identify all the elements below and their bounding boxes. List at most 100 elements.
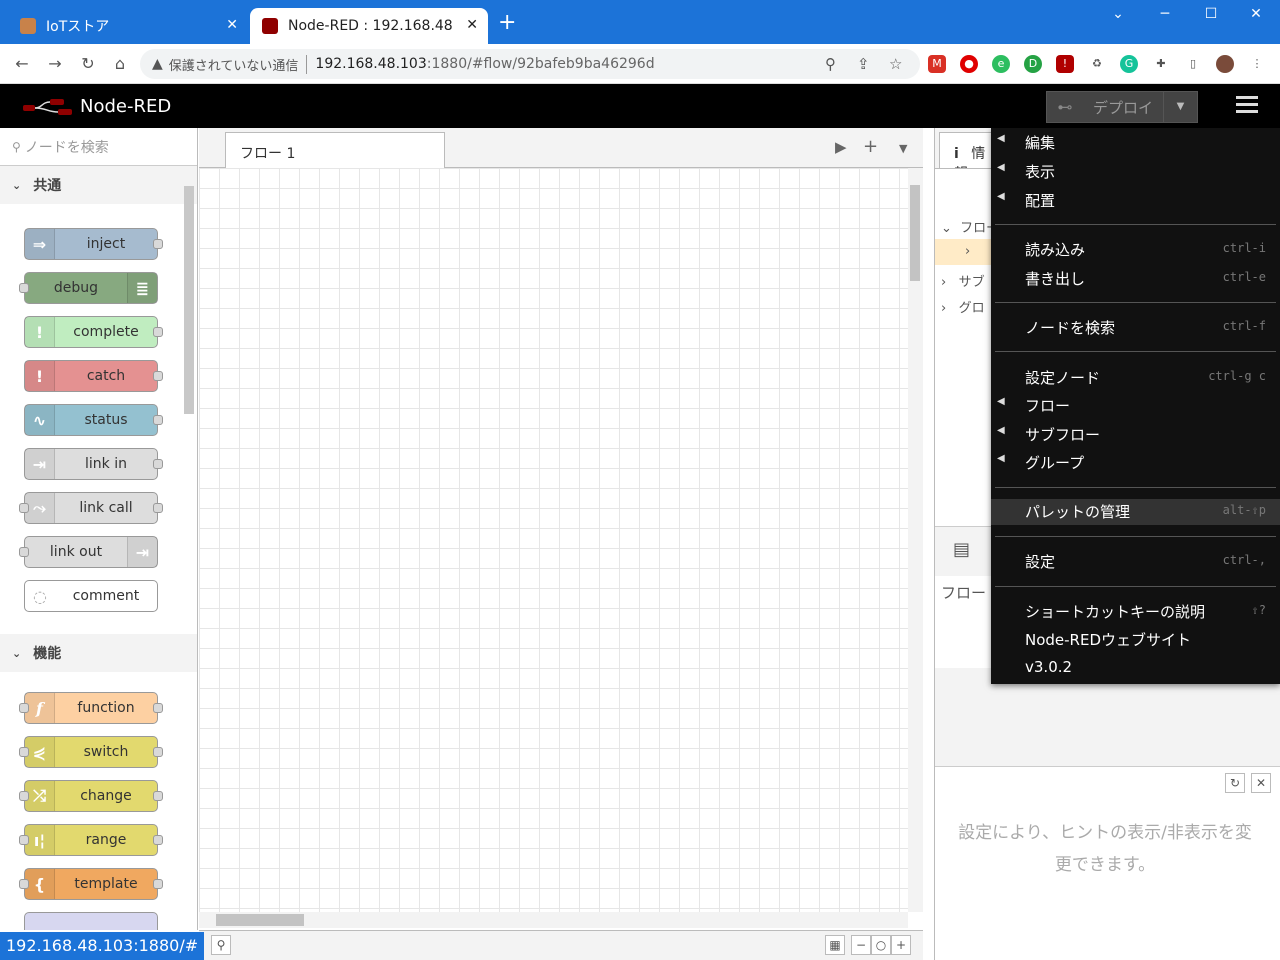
- add-flow-icon[interactable]: +: [863, 136, 878, 157]
- deploy-dropdown-icon[interactable]: ▼: [1163, 92, 1197, 122]
- menu-item-edit[interactable]: ◀ 編集: [991, 130, 1280, 156]
- back-icon[interactable]: ←: [12, 54, 32, 73]
- address-bar[interactable]: ▲ 保護されていない通信 192.168.48.103 :1880/#flow/…: [140, 49, 920, 79]
- palette-node-switch[interactable]: ⋞ switch: [19, 736, 163, 768]
- gmail-extension-icon[interactable]: M: [928, 55, 946, 73]
- side-panel-icon[interactable]: ▯: [1184, 55, 1202, 73]
- palette-category-common[interactable]: ⌄ 共通: [0, 166, 197, 204]
- more-menu-icon[interactable]: ⋮: [1248, 55, 1266, 73]
- output-port[interactable]: [153, 239, 163, 249]
- maximize-icon[interactable]: ☐: [1196, 6, 1226, 22]
- palette-node-debug[interactable]: debug ≣: [19, 272, 158, 304]
- output-port[interactable]: [153, 747, 163, 757]
- tree-row-selected[interactable]: ›: [935, 239, 995, 265]
- menu-item-arrange[interactable]: ◀ 配置: [991, 188, 1280, 214]
- palette-node-status[interactable]: ∿ status: [24, 404, 163, 436]
- canvas-horizontal-scrollbar-thumb[interactable]: [216, 914, 304, 926]
- close-tab-icon[interactable]: ✕: [226, 17, 238, 33]
- flow-list-dropdown-icon[interactable]: ▼: [899, 142, 907, 155]
- palette-search[interactable]: ⚲ ノードを検索: [0, 128, 197, 166]
- menu-item-subflows[interactable]: ◀ サブフロー: [991, 422, 1280, 448]
- input-port[interactable]: [19, 503, 29, 513]
- menu-item-keyboard-shortcuts[interactable]: ショートカットキーの説明 ⇧?: [991, 599, 1280, 625]
- tab-info[interactable]: i 情報: [939, 132, 999, 182]
- zoom-in-icon[interactable]: +: [891, 935, 911, 955]
- input-port[interactable]: [19, 547, 29, 557]
- palette-node-complete[interactable]: ! complete: [24, 316, 163, 348]
- menu-item-manage-palette[interactable]: パレットの管理 alt-⇧p: [991, 499, 1280, 525]
- close-tab-icon[interactable]: ✕: [466, 17, 478, 33]
- close-tip-icon[interactable]: ✕: [1251, 773, 1271, 793]
- home-icon[interactable]: ⌂: [110, 54, 130, 73]
- palette-node-catch[interactable]: ! catch: [24, 360, 163, 392]
- palette-node-range[interactable]: ı¦ range: [19, 824, 163, 856]
- palette-category-function[interactable]: ⌄ 機能: [0, 634, 197, 672]
- menu-item-export[interactable]: 書き出し ctrl-e: [991, 266, 1280, 292]
- extension-darkred-icon[interactable]: !: [1056, 55, 1074, 73]
- extension-green-icon[interactable]: D: [1024, 55, 1042, 73]
- menu-item-flows[interactable]: ◀ フロー: [991, 393, 1280, 419]
- new-tab-button[interactable]: +: [498, 12, 516, 34]
- zoom-out-icon[interactable]: −: [851, 935, 871, 955]
- input-port[interactable]: [19, 747, 29, 757]
- palette-node-link-out[interactable]: link out ⇥: [19, 536, 158, 568]
- palette-node-link-call[interactable]: ⤳ link call: [19, 492, 163, 524]
- canvas-horizontal-scrollbar[interactable]: [199, 912, 908, 928]
- palette-node-template[interactable]: { template: [19, 868, 163, 900]
- browser-tab-iotstore[interactable]: IoTストア ✕: [8, 8, 248, 44]
- output-port[interactable]: [153, 371, 163, 381]
- recycle-extension-icon[interactable]: ♻: [1088, 55, 1106, 73]
- menu-item-config-nodes[interactable]: 設定ノード ctrl-g c: [991, 365, 1280, 391]
- output-port[interactable]: [153, 835, 163, 845]
- output-port[interactable]: [153, 327, 163, 337]
- reload-icon[interactable]: ↻: [78, 54, 98, 73]
- canvas-vertical-scrollbar-thumb[interactable]: [910, 185, 920, 281]
- palette-node-comment[interactable]: ◌ comment: [24, 580, 158, 612]
- menu-item-view[interactable]: ◀ 表示: [991, 159, 1280, 185]
- palette-node-link-in[interactable]: ⇥ link in: [24, 448, 163, 480]
- flow-canvas[interactable]: [199, 168, 908, 912]
- output-port[interactable]: [153, 791, 163, 801]
- output-port[interactable]: [153, 879, 163, 889]
- zoom-icon[interactable]: ⚲: [825, 55, 836, 73]
- extensions-puzzle-icon[interactable]: ✚: [1152, 55, 1170, 73]
- window-close-icon[interactable]: ✕: [1241, 6, 1271, 22]
- palette-node-partial[interactable]: [24, 912, 158, 930]
- deploy-button[interactable]: ⊷ デプロイ ▼: [1046, 91, 1198, 123]
- main-menu-hamburger-icon[interactable]: [1236, 96, 1258, 114]
- warning-icon[interactable]: ▲: [152, 56, 163, 72]
- input-port[interactable]: [19, 283, 29, 293]
- extension-red-icon[interactable]: ●: [960, 55, 978, 73]
- menu-item-settings[interactable]: 設定 ctrl-,: [991, 549, 1280, 575]
- grammarly-extension-icon[interactable]: G: [1120, 55, 1138, 73]
- output-port[interactable]: [153, 459, 163, 469]
- tab-search-icon[interactable]: ⌄: [1103, 6, 1133, 22]
- input-port[interactable]: [19, 835, 29, 845]
- zoom-reset-icon[interactable]: ○: [871, 935, 891, 955]
- palette-node-change[interactable]: ⤮ change: [19, 780, 163, 812]
- palette-node-inject[interactable]: ⇒ inject: [24, 228, 163, 260]
- evernote-extension-icon[interactable]: e: [992, 55, 1010, 73]
- input-port[interactable]: [19, 879, 29, 889]
- palette-search-input[interactable]: ノードを検索: [25, 137, 109, 157]
- menu-item-search[interactable]: ノードを検索 ctrl-f: [991, 315, 1280, 341]
- bookmark-star-icon[interactable]: ☆: [889, 55, 902, 73]
- search-flows-icon[interactable]: ⚲: [211, 935, 231, 955]
- input-port[interactable]: [19, 703, 29, 713]
- share-icon[interactable]: ⇪: [857, 55, 870, 73]
- tree-row-subflows[interactable]: › サブ: [941, 271, 985, 290]
- menu-item-groups[interactable]: ◀ グループ: [991, 450, 1280, 476]
- profile-avatar[interactable]: [1216, 55, 1234, 73]
- security-label[interactable]: 保護されていない通信: [169, 54, 308, 74]
- refresh-tip-icon[interactable]: ↻: [1225, 773, 1245, 793]
- output-port[interactable]: [153, 415, 163, 425]
- output-port[interactable]: [153, 503, 163, 513]
- output-port[interactable]: [153, 703, 163, 713]
- navigator-map-icon[interactable]: ▦: [825, 935, 845, 955]
- palette-scrollbar-thumb[interactable]: [184, 186, 194, 414]
- minimize-icon[interactable]: ─: [1150, 6, 1180, 22]
- forward-icon[interactable]: →: [45, 54, 65, 73]
- tab-flow-1[interactable]: フロー 1: [225, 132, 445, 169]
- tree-row-globals[interactable]: › グロ: [941, 297, 985, 316]
- menu-item-website[interactable]: Node-REDウェブサイト: [991, 627, 1280, 653]
